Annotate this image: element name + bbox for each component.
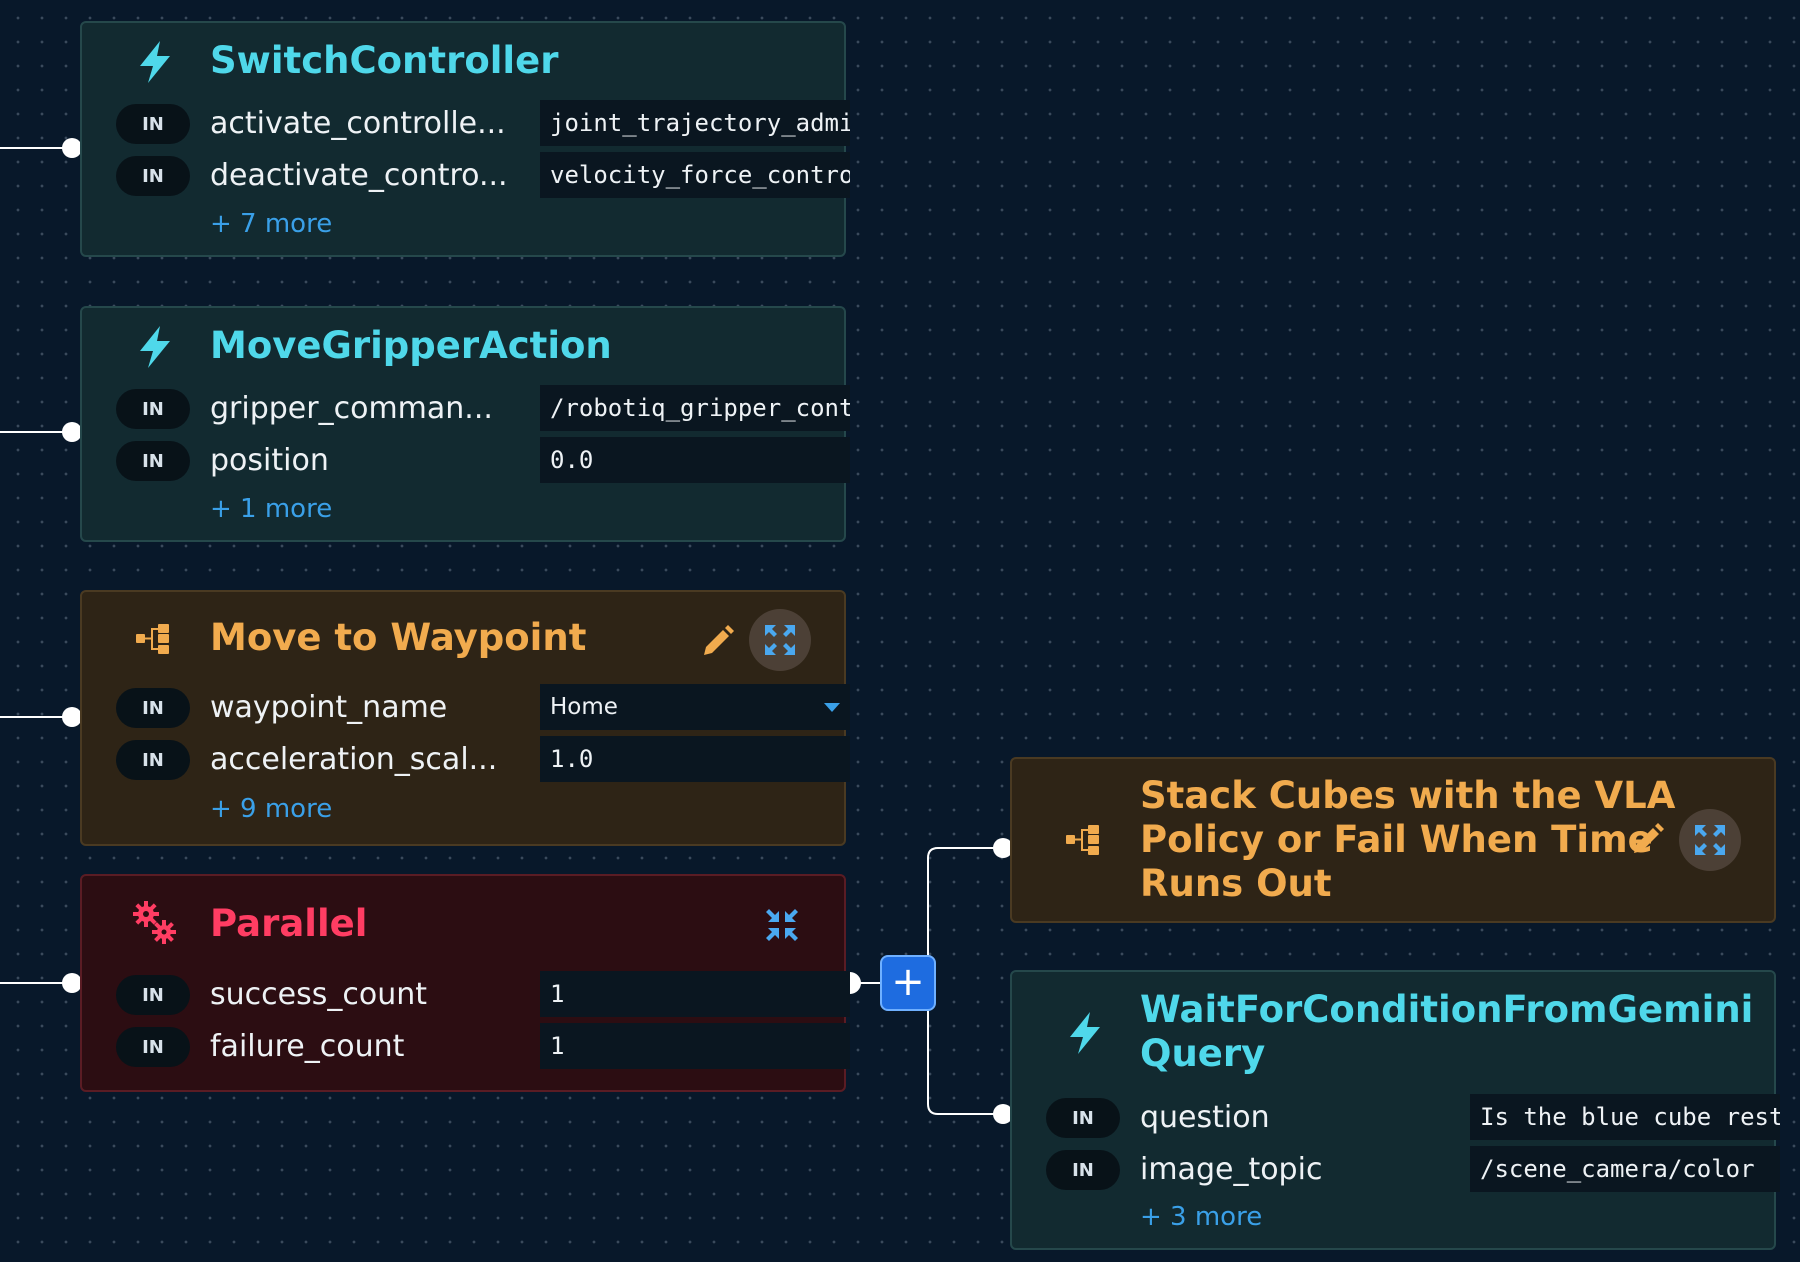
subtree-icon: [1066, 825, 1099, 855]
port-name: image_topic: [1140, 1152, 1323, 1187]
pencil-icon[interactable]: [1629, 822, 1665, 858]
node-stack-cubes[interactable]: Stack Cubes with the VLA Policy or Fail …: [1010, 757, 1776, 923]
port-row: IN question Is the blue cube rest:: [1046, 1094, 1780, 1140]
lightning-icon: [140, 326, 170, 368]
expand-button[interactable]: [1679, 809, 1741, 871]
node-title: Stack Cubes with the VLA Policy or Fail …: [1140, 774, 1675, 906]
title-line: Policy or Fail When Time: [1140, 818, 1653, 861]
pencil-icon[interactable]: [699, 624, 735, 660]
port-direction-badge: IN: [116, 688, 190, 728]
port-name: gripper_comman...: [210, 391, 493, 426]
wire-children: [927, 847, 1003, 1115]
port-direction-badge: IN: [116, 740, 190, 780]
title-line: Runs Out: [1140, 862, 1332, 905]
port-dot: [62, 973, 82, 993]
port-name: deactivate_contro...: [210, 158, 508, 193]
port-value-input[interactable]: 0.0: [540, 437, 850, 483]
node-title: WaitForConditionFromGemini Query: [1140, 988, 1753, 1076]
subtree-icon: [136, 624, 169, 654]
port-direction-badge: IN: [1046, 1098, 1120, 1138]
more-ports-link[interactable]: + 7 more: [210, 209, 332, 239]
chevron-down-icon: [824, 703, 840, 712]
port-value-input[interactable]: velocity_force_contro: [540, 152, 850, 198]
port-value-input[interactable]: joint_trajectory_admi: [540, 100, 850, 146]
gears-icon: [133, 901, 176, 944]
add-child-button[interactable]: +: [880, 955, 936, 1011]
more-ports-link[interactable]: + 3 more: [1140, 1202, 1262, 1232]
title-line: Stack Cubes with the VLA: [1140, 774, 1676, 817]
port-row: IN acceleration_scal... 1.0: [116, 736, 850, 782]
port-row: IN image_topic /scene_camera/color: [1046, 1146, 1780, 1192]
port-value-input[interactable]: 1: [540, 1023, 850, 1069]
port-dot: [62, 422, 82, 442]
port-name: failure_count: [210, 1029, 405, 1064]
port-name: acceleration_scal...: [210, 742, 498, 777]
port-direction-badge: IN: [1046, 1150, 1120, 1190]
node-title: MoveGripperAction: [210, 324, 612, 367]
waypoint-select[interactable]: Home: [540, 684, 850, 730]
port-name: position: [210, 443, 329, 478]
port-row: IN failure_count 1: [116, 1023, 850, 1069]
port-value-input[interactable]: 1.0: [540, 736, 850, 782]
lightning-icon: [1070, 1012, 1100, 1054]
port-name: waypoint_name: [210, 690, 448, 725]
node-switch-controller[interactable]: SwitchController IN activate_controlle..…: [80, 21, 850, 257]
title-line: Query: [1140, 1032, 1266, 1075]
port-value-input[interactable]: /robotiq_gripper_cont: [540, 385, 850, 431]
port-row: IN position 0.0: [116, 437, 850, 483]
node-parallel[interactable]: Parallel IN success_count 1 IN failure_c…: [80, 874, 850, 1092]
port-name: success_count: [210, 977, 427, 1012]
port-name: question: [1140, 1100, 1270, 1135]
port-row: IN activate_controlle... joint_trajector…: [116, 100, 850, 146]
port-direction-badge: IN: [116, 975, 190, 1015]
node-wait-for-condition[interactable]: WaitForConditionFromGemini Query IN ques…: [1010, 970, 1780, 1250]
port-direction-badge: IN: [116, 104, 190, 144]
expand-button[interactable]: [749, 609, 811, 671]
port-direction-badge: IN: [116, 1027, 190, 1067]
node-title: Move to Waypoint: [210, 616, 587, 659]
port-row: IN deactivate_contro... velocity_force_c…: [116, 152, 850, 198]
expand-icon: [1695, 825, 1725, 855]
port-dot: [62, 138, 82, 158]
title-line: WaitForConditionFromGemini: [1140, 988, 1754, 1031]
node-title: Parallel: [210, 902, 368, 945]
port-direction-badge: IN: [116, 156, 190, 196]
port-row: IN gripper_comman... /robotiq_gripper_co…: [116, 385, 850, 431]
port-direction-badge: IN: [116, 389, 190, 429]
port-row: IN success_count 1: [116, 971, 850, 1017]
node-move-gripper-action[interactable]: MoveGripperAction IN gripper_comman... /…: [80, 306, 850, 542]
port-value-input[interactable]: /scene_camera/color: [1470, 1146, 1780, 1192]
more-ports-link[interactable]: + 9 more: [210, 794, 332, 824]
port-dot: [62, 707, 82, 727]
more-ports-link[interactable]: + 1 more: [210, 494, 332, 524]
port-direction-badge: IN: [116, 441, 190, 481]
port-name: activate_controlle...: [210, 106, 506, 141]
node-move-to-waypoint[interactable]: Move to Waypoint IN waypoint_name Home I…: [80, 590, 850, 846]
port-row: IN waypoint_name Home: [116, 684, 850, 730]
node-title: SwitchController: [210, 39, 559, 82]
port-value-input[interactable]: Is the blue cube rest:: [1470, 1094, 1780, 1140]
expand-icon: [765, 625, 795, 655]
collapse-icon[interactable]: [765, 908, 799, 942]
select-value: Home: [550, 694, 618, 720]
port-value-input[interactable]: 1: [540, 971, 850, 1017]
lightning-icon: [140, 41, 170, 83]
